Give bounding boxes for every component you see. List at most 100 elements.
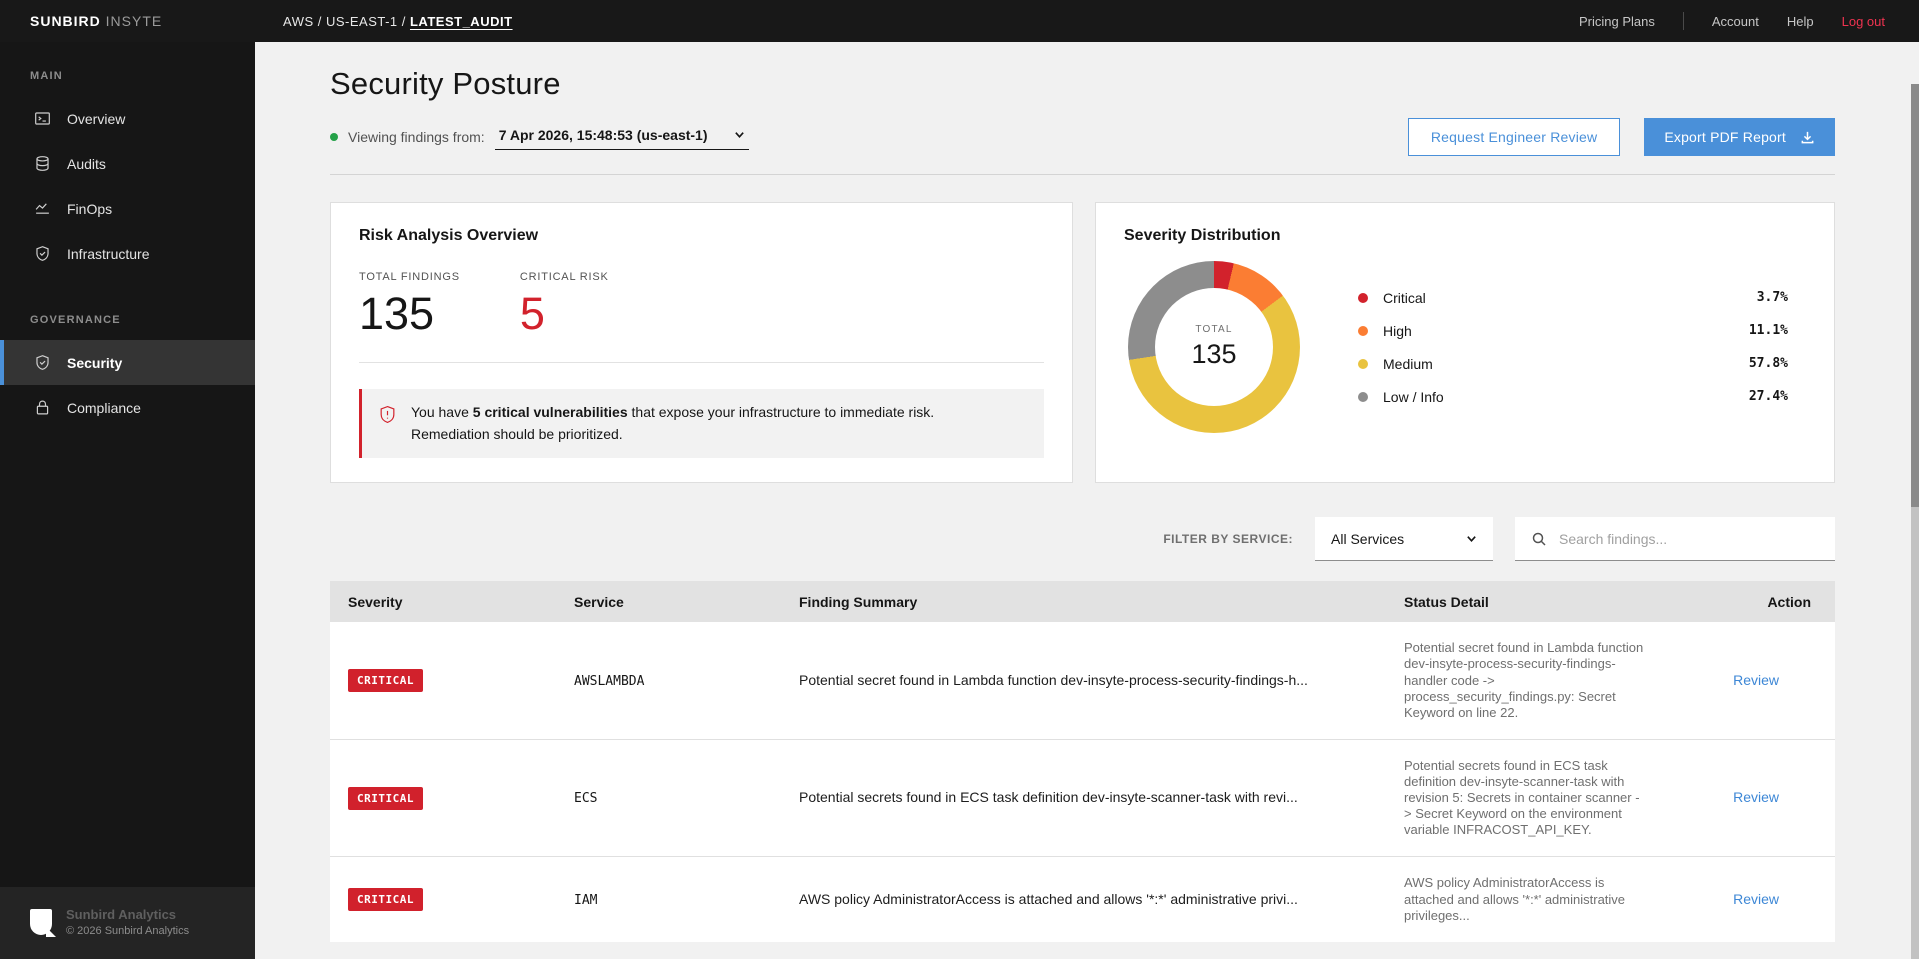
sidebar-item-label: FinOps xyxy=(67,200,113,217)
service-cell: IAM xyxy=(574,892,598,908)
legend-dot-low-info xyxy=(1358,391,1368,402)
legend-label: High xyxy=(1383,322,1412,339)
finding-summary-cell: Potential secrets found in ECS task defi… xyxy=(799,789,1298,806)
sidebar-item-overview[interactable]: Overview xyxy=(0,96,255,141)
search-findings-input[interactable] xyxy=(1559,530,1819,547)
viewing-findings: Viewing findings from: 7 Apr 2026, 15:48… xyxy=(330,125,749,150)
table-row: CRITICAL IAM AWS policy AdministratorAcc… xyxy=(330,856,1835,942)
search-findings-box xyxy=(1515,517,1835,562)
review-link[interactable]: Review xyxy=(1733,789,1779,805)
brand-secondary: INSYTE xyxy=(105,13,163,29)
export-pdf-label: Export PDF Report xyxy=(1664,129,1786,145)
status-detail-cell: Potential secrets found in ECS task defi… xyxy=(1404,757,1640,838)
sidebar-section-governance: GOVERNANCE xyxy=(30,314,121,326)
breadcrumb: AWS / US-EAST-1 / LATEST_AUDIT xyxy=(283,14,513,29)
audit-snapshot-value: 7 Apr 2026, 15:48:53 (us-east-1) xyxy=(498,126,708,143)
legend-item-low-info: Low / Info 27.4% xyxy=(1358,386,1788,407)
col-header-action: Action xyxy=(1660,581,1835,623)
top-bar: SUNBIRD INSYTE AWS / US-EAST-1 / LATEST_… xyxy=(0,0,1919,42)
status-detail-cell: Potential secret found in Lambda functio… xyxy=(1404,640,1644,720)
brand-primary: SUNBIRD xyxy=(30,13,101,29)
legend-dot-medium xyxy=(1358,358,1368,369)
sidebar-item-infrastructure[interactable]: Infrastructure xyxy=(0,231,255,276)
chevron-down-icon xyxy=(1467,536,1476,543)
chevron-down-icon xyxy=(734,132,744,139)
severity-donut-chart: TOTAL 135 xyxy=(1128,261,1300,433)
header-divider xyxy=(330,174,1835,175)
severity-badge: CRITICAL xyxy=(348,786,423,810)
critical-risk-value: 5 xyxy=(519,288,545,339)
risk-analysis-card: Risk Analysis Overview TOTAL FINDINGS 13… xyxy=(330,202,1073,484)
col-header-summary: Finding Summary xyxy=(785,581,1390,623)
sidebar-item-compliance[interactable]: Compliance xyxy=(0,385,255,430)
severity-badge: CRITICAL xyxy=(348,888,423,912)
sidebar-item-label: Audits xyxy=(67,155,106,172)
severity-legend: Critical 3.7% High 11.1% Medium 57.8% Lo… xyxy=(1358,287,1806,407)
legend-value: 11.1% xyxy=(1748,323,1788,338)
col-header-severity: Severity xyxy=(330,581,560,623)
sidebar-footer: Sunbird Analytics © 2026 Sunbird Analyti… xyxy=(0,887,255,959)
request-review-button[interactable]: Request Engineer Review xyxy=(1407,118,1621,156)
line-chart-icon xyxy=(35,203,49,214)
total-findings-metric: TOTAL FINDINGS 135 xyxy=(359,271,460,336)
legend-value: 27.4% xyxy=(1748,389,1788,404)
severity-badge: CRITICAL xyxy=(348,669,423,693)
risk-card-title: Risk Analysis Overview xyxy=(359,227,539,244)
alert-message: You have 5 critical vulnerabilities that… xyxy=(411,404,935,442)
terminal-icon xyxy=(35,112,50,125)
total-findings-value: 135 xyxy=(359,288,435,339)
legend-item-medium: Medium 57.8% xyxy=(1358,353,1788,374)
scrollbar-thumb[interactable] xyxy=(1911,84,1919,507)
legend-dot-high xyxy=(1358,325,1368,336)
sidebar: MAIN Overview Audits FinOps Infrastructu… xyxy=(0,42,255,959)
main-area: Security Posture Viewing findings from: … xyxy=(255,42,1919,959)
logout-link[interactable]: Log out xyxy=(1842,14,1885,29)
account-link[interactable]: Account xyxy=(1712,14,1759,29)
shield-icon xyxy=(36,246,49,261)
lock-icon xyxy=(36,400,49,415)
donut-center-value: 135 xyxy=(1191,339,1237,369)
breadcrumb-current-link[interactable]: LATEST_AUDIT xyxy=(410,14,513,29)
sidebar-item-audits[interactable]: Audits xyxy=(0,141,255,186)
service-filter-select[interactable]: All Services xyxy=(1315,517,1493,562)
viewing-findings-label: Viewing findings from: xyxy=(348,129,485,145)
critical-risk-metric: CRITICAL RISK 5 xyxy=(520,271,609,336)
footer-copyright: © 2026 Sunbird Analytics xyxy=(66,925,190,937)
pricing-plans-link[interactable]: Pricing Plans xyxy=(1579,14,1655,29)
service-cell: ECS xyxy=(574,791,598,807)
download-icon xyxy=(1801,131,1814,143)
page-title: Security Posture xyxy=(330,66,561,101)
help-link[interactable]: Help xyxy=(1787,14,1814,29)
audit-snapshot-select[interactable]: 7 Apr 2026, 15:48:53 (us-east-1) xyxy=(494,125,749,150)
status-detail-cell: AWS policy AdministratorAccess is attach… xyxy=(1404,875,1626,923)
critical-alert-banner: You have 5 critical vulnerabilities that… xyxy=(359,389,1044,459)
service-cell: AWSLAMBDA xyxy=(574,673,645,689)
sidebar-item-security[interactable]: Security xyxy=(0,340,255,385)
critical-risk-label: CRITICAL RISK xyxy=(519,271,609,283)
brand-logo: SUNBIRD INSYTE xyxy=(0,13,255,29)
legend-dot-critical xyxy=(1358,292,1368,303)
database-icon xyxy=(36,156,49,171)
page-scrollbar[interactable] xyxy=(1911,84,1919,959)
review-link[interactable]: Review xyxy=(1733,891,1779,907)
shield-alert-icon xyxy=(380,405,395,424)
export-pdf-button[interactable]: Export PDF Report xyxy=(1644,118,1835,156)
review-link[interactable]: Review xyxy=(1733,672,1779,688)
sidebar-item-finops[interactable]: FinOps xyxy=(0,186,255,231)
table-header-row: Severity Service Finding Summary Status … xyxy=(330,581,1835,623)
table-row: CRITICAL ECS Potential secrets found in … xyxy=(330,738,1835,857)
status-dot-icon xyxy=(330,133,338,141)
service-filter-value: All Services xyxy=(1331,530,1405,547)
sidebar-item-label: Compliance xyxy=(67,399,141,416)
filter-by-service-label: FILTER BY SERVICE: xyxy=(1163,532,1293,547)
sidebar-item-label: Overview xyxy=(67,110,126,127)
legend-value: 57.8% xyxy=(1748,356,1788,371)
sidebar-item-label: Infrastructure xyxy=(67,245,150,262)
legend-label: Medium xyxy=(1383,355,1433,372)
footer-company: Sunbird Analytics xyxy=(66,907,177,922)
col-header-detail: Status Detail xyxy=(1390,581,1660,623)
legend-value: 3.7% xyxy=(1756,290,1788,305)
topbar-links: Pricing Plans Account Help Log out xyxy=(1579,12,1919,30)
legend-item-high: High 11.1% xyxy=(1358,320,1788,341)
